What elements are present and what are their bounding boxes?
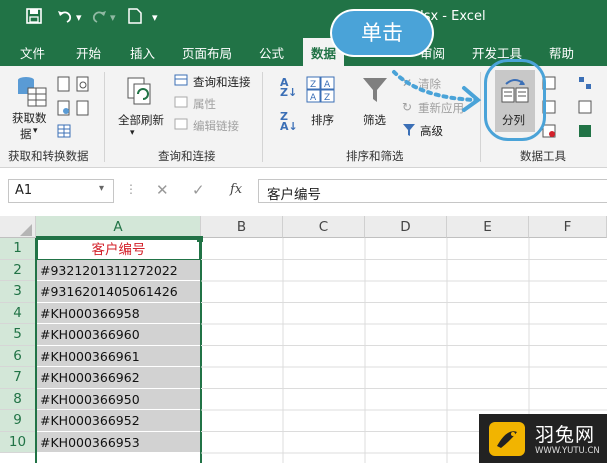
column-header-f[interactable]: F xyxy=(529,216,607,238)
sort-dialog-icon[interactable]: ZAAZ xyxy=(306,76,336,107)
column-header-e[interactable]: E xyxy=(447,216,529,238)
consolidate-icon[interactable] xyxy=(578,76,592,93)
tab-home[interactable]: 开始 xyxy=(76,43,101,62)
edit-links-button[interactable]: 编辑链接 xyxy=(193,118,239,134)
watermark: 羽兔网 WWW.YUTU.CN xyxy=(479,414,607,463)
tab-file[interactable]: 文件 xyxy=(20,43,45,62)
insert-function-icon[interactable]: fx xyxy=(230,182,242,197)
redo-icon[interactable] xyxy=(90,8,108,28)
title-bar: ▾ ▾ ▾ 6.xlsx - Excel xyxy=(0,0,607,36)
cell-a9[interactable]: #KH000366952 xyxy=(36,410,201,432)
get-data-button-line2[interactable]: 据 xyxy=(20,126,32,142)
group-label-query: 查询和连接 xyxy=(158,149,216,163)
row-header[interactable]: 9 xyxy=(0,410,36,432)
new-doc-icon[interactable] xyxy=(128,8,142,28)
click-callout: 单击 xyxy=(332,11,432,55)
group-label-data-tools: 数据工具 xyxy=(520,149,566,163)
arrow-pointer-icon xyxy=(392,70,482,112)
from-table-icon[interactable] xyxy=(57,124,71,141)
cell-a5[interactable]: #KH000366960 xyxy=(36,324,201,346)
enter-icon[interactable]: ✓ xyxy=(192,181,205,199)
svg-text:Z: Z xyxy=(310,80,316,90)
cell-a6[interactable]: #KH000366961 xyxy=(36,345,201,367)
cancel-icon[interactable]: ✕ xyxy=(156,181,169,199)
filter-button[interactable]: 筛选 xyxy=(363,112,386,128)
group-divider xyxy=(262,72,263,162)
save-icon[interactable] xyxy=(26,8,42,28)
chevron-down-icon[interactable]: ▾ xyxy=(130,128,135,138)
relationships-icon[interactable] xyxy=(578,100,592,117)
cell-a8[interactable]: #KH000366950 xyxy=(36,388,201,410)
cell-a2[interactable]: #9321201311272022 xyxy=(36,259,201,281)
row-header[interactable]: 3 xyxy=(0,281,36,303)
svg-text:Z: Z xyxy=(324,93,330,103)
row-header[interactable]: 1 xyxy=(0,238,36,260)
advanced-filter-button[interactable]: 高级 xyxy=(420,123,443,139)
cell-a7[interactable]: #KH000366962 xyxy=(36,367,201,389)
sort-descending-icon[interactable]: Z A↓ xyxy=(280,111,298,132)
sort-ascending-icon[interactable]: A Z↓ xyxy=(280,77,297,98)
properties-icon[interactable] xyxy=(174,96,188,111)
select-all-corner[interactable] xyxy=(0,216,36,238)
column-header-c[interactable]: C xyxy=(283,216,365,238)
existing-connections-icon[interactable] xyxy=(76,100,90,119)
cell-a1[interactable]: 客户编号 xyxy=(36,238,201,260)
row-header[interactable]: 7 xyxy=(0,367,36,389)
row-header[interactable]: 4 xyxy=(0,302,36,324)
group-label-sort-filter: 排序和筛选 xyxy=(346,149,404,163)
chevron-down-icon[interactable]: ▾ xyxy=(99,183,104,194)
recent-sources-icon[interactable] xyxy=(76,76,90,95)
advanced-filter-icon[interactable] xyxy=(402,123,416,140)
undo-icon[interactable] xyxy=(56,8,74,28)
redo-dropdown-icon[interactable]: ▾ xyxy=(110,8,116,28)
get-data-button[interactable]: 获取数 xyxy=(12,110,47,126)
from-web-icon[interactable] xyxy=(57,100,71,119)
undo-dropdown-icon[interactable]: ▾ xyxy=(76,8,82,28)
filter-icon[interactable] xyxy=(362,76,388,107)
sort-button[interactable]: 排序 xyxy=(311,112,334,128)
queries-connections-icon[interactable] xyxy=(174,74,188,89)
row-header[interactable]: 5 xyxy=(0,324,36,346)
rabbit-logo-icon xyxy=(489,422,525,456)
chevron-down-icon[interactable]: ▾ xyxy=(33,126,38,136)
properties-button[interactable]: 属性 xyxy=(193,96,216,112)
row-header[interactable]: 2 xyxy=(0,259,36,281)
row-header[interactable]: 8 xyxy=(0,388,36,410)
highlight-ring xyxy=(484,59,546,141)
queries-connections-button[interactable]: 查询和连接 xyxy=(193,74,251,90)
tab-help[interactable]: 帮助 xyxy=(549,43,574,62)
formula-input[interactable]: 客户编号 xyxy=(258,179,607,203)
divider-dots-icon: ⋮ xyxy=(125,182,137,196)
tab-page-layout[interactable]: 页面布局 xyxy=(182,43,232,62)
cell-a4[interactable]: #KH000366958 xyxy=(36,302,201,324)
row-header[interactable]: 10 xyxy=(0,431,36,453)
ribbon: 获取数 据 ▾ 获取和转换数据 全部刷新 ▾ 查询和连接 属性 编辑链接 查询和… xyxy=(0,59,607,168)
watermark-name: 羽兔网 xyxy=(535,424,596,446)
group-label-get-data: 获取和转换数据 xyxy=(8,149,89,163)
data-model-icon[interactable] xyxy=(578,124,592,141)
group-divider xyxy=(104,72,105,162)
refresh-all-icon[interactable] xyxy=(126,76,156,111)
edit-links-icon[interactable] xyxy=(174,118,188,133)
column-header-b[interactable]: B xyxy=(201,216,283,238)
cell-a10[interactable]: #KH000366953 xyxy=(36,431,201,453)
svg-text:A: A xyxy=(324,80,331,90)
cell-a3[interactable]: #9316201405061426 xyxy=(36,281,201,303)
watermark-url: WWW.YUTU.CN xyxy=(535,446,600,456)
tab-insert[interactable]: 插入 xyxy=(130,43,155,62)
get-data-icon[interactable] xyxy=(16,74,48,111)
from-text-icon[interactable] xyxy=(57,76,71,95)
data-validation-icon[interactable] xyxy=(542,124,556,141)
chevron-down-icon[interactable]: ▾ xyxy=(152,8,158,28)
formula-bar: A1 ▾ ⋮ ✕ ✓ fx 客户编号 xyxy=(0,168,607,212)
column-header-a[interactable]: A xyxy=(36,216,201,238)
tab-formulas[interactable]: 公式 xyxy=(259,43,284,62)
column-header-d[interactable]: D xyxy=(365,216,447,238)
refresh-all-button[interactable]: 全部刷新 xyxy=(118,112,164,128)
svg-text:A: A xyxy=(310,93,317,103)
row-header[interactable]: 6 xyxy=(0,345,36,367)
